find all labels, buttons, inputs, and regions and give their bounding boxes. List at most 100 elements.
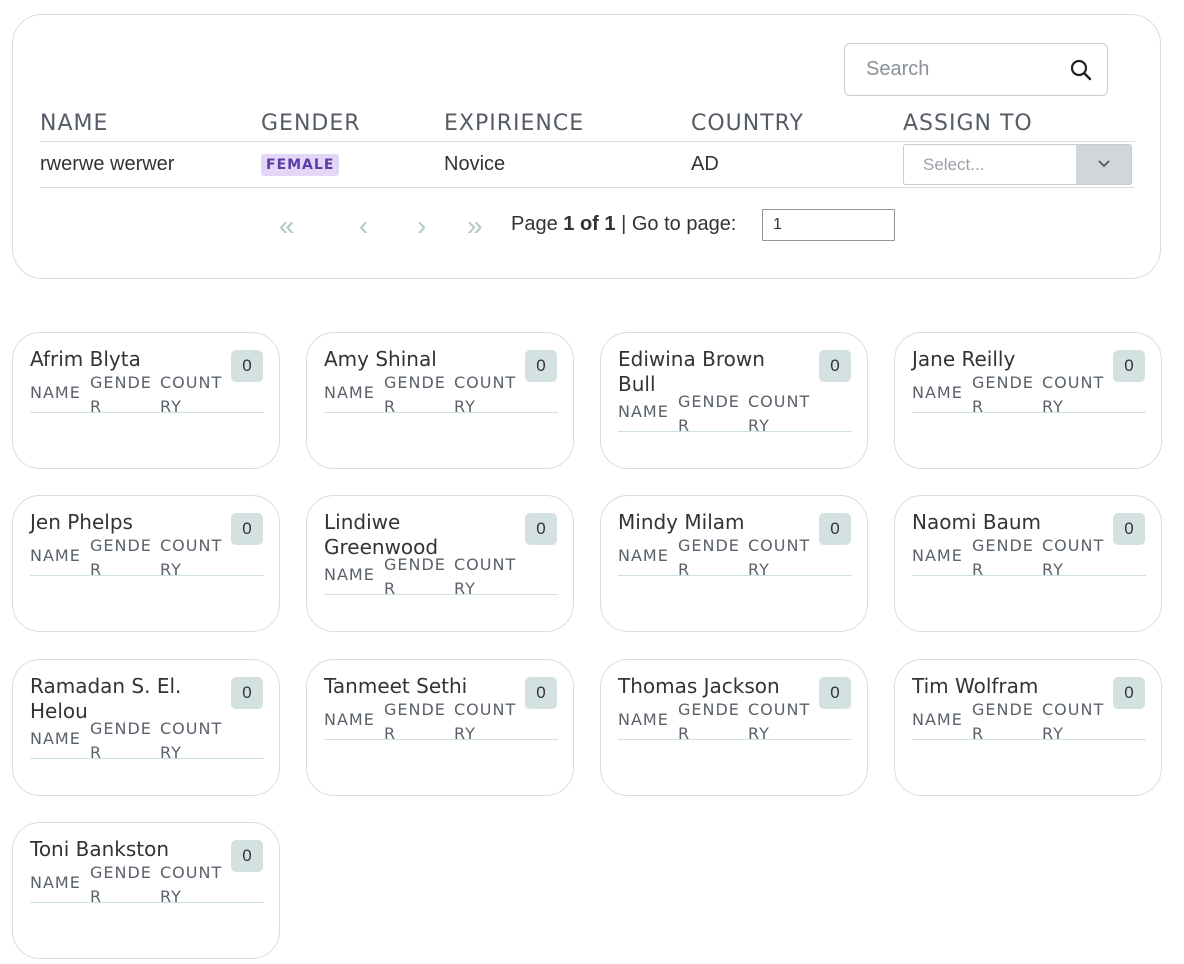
mentor-card-table-header: NAME GENDER COUNTRY bbox=[912, 536, 1146, 579]
prev-page-button[interactable]: ‹ bbox=[359, 209, 368, 243]
mentor-card-table-header: NAME GENDER COUNTRY bbox=[30, 536, 264, 579]
card-header-gender: GENDER bbox=[678, 392, 740, 435]
cell-name: rwerwe werwer bbox=[40, 141, 261, 188]
mentor-name: Jane Reilly bbox=[912, 347, 1016, 371]
mentor-card[interactable]: Amy Shinal 0 NAME GENDER COUNTRY bbox=[306, 332, 574, 469]
table-header-row: NAME GENDER EXPIRIENCE COUNTRY ASSIGN TO bbox=[40, 107, 1135, 142]
card-header-gender: GENDER bbox=[384, 700, 446, 743]
mentor-card-table-header: NAME GENDER COUNTRY bbox=[30, 373, 264, 416]
card-header-gender: GENDER bbox=[384, 373, 446, 416]
card-header-gender: GENDER bbox=[972, 373, 1034, 416]
card-header-gender: GENDER bbox=[90, 863, 152, 906]
mentees-table-panel: NAME GENDER EXPIRIENCE COUNTRY ASSIGN TO… bbox=[12, 14, 1161, 279]
mentor-name: Afrim Blyta bbox=[30, 347, 141, 371]
card-header-country: COUNTRY bbox=[1042, 536, 1105, 579]
card-header-gender: GENDER bbox=[678, 700, 740, 743]
card-header-country: COUNTRY bbox=[454, 555, 517, 598]
card-header-country: COUNTRY bbox=[748, 536, 811, 579]
mentor-card[interactable]: Naomi Baum 0 NAME GENDER COUNTRY bbox=[894, 495, 1162, 632]
cell-gender: FEMALE bbox=[261, 141, 444, 188]
table-row: rwerwe werwer FEMALE Novice AD Select... bbox=[40, 141, 1135, 188]
mentor-name: Jen Phelps bbox=[30, 510, 133, 534]
chevron-down-icon bbox=[1097, 160, 1110, 168]
card-header-country: COUNTRY bbox=[748, 700, 811, 743]
mentor-card-table-header: NAME GENDER COUNTRY bbox=[324, 373, 558, 416]
mentor-card-table-header: NAME GENDER COUNTRY bbox=[324, 555, 558, 598]
mentor-name: Thomas Jackson bbox=[618, 674, 780, 698]
card-header-country: COUNTRY bbox=[454, 373, 517, 416]
header-experience[interactable]: EXPIRIENCE bbox=[444, 107, 691, 142]
mentor-name: Toni Bankston bbox=[30, 837, 170, 861]
mentor-name: Tanmeet Sethi bbox=[324, 674, 468, 698]
card-header-name: NAME bbox=[324, 565, 375, 584]
mentor-card[interactable]: Jane Reilly 0 NAME GENDER COUNTRY bbox=[894, 332, 1162, 469]
card-header-gender: GENDER bbox=[678, 536, 740, 579]
search-box[interactable] bbox=[844, 43, 1108, 96]
mentor-card[interactable]: Afrim Blyta 0 NAME GENDER COUNTRY bbox=[12, 332, 280, 469]
next-page-button[interactable]: › bbox=[417, 209, 426, 243]
card-header-name: NAME bbox=[30, 383, 81, 402]
mentor-card[interactable]: Tanmeet Sethi 0 NAME GENDER COUNTRY bbox=[306, 659, 574, 796]
last-page-button[interactable]: » bbox=[467, 209, 483, 243]
mentees-table: NAME GENDER EXPIRIENCE COUNTRY ASSIGN TO… bbox=[40, 107, 1135, 188]
card-header-name: NAME bbox=[912, 546, 963, 565]
mentor-card-table-header: NAME GENDER COUNTRY bbox=[618, 392, 852, 435]
mentee-count-badge: 0 bbox=[525, 513, 557, 545]
card-header-name: NAME bbox=[30, 729, 81, 748]
mentee-count-badge: 0 bbox=[819, 350, 851, 382]
cell-country: AD bbox=[691, 141, 903, 188]
page-indicator: Page 1 of 1 | Go to page: bbox=[511, 213, 736, 236]
card-header-name: NAME bbox=[324, 383, 375, 402]
mentor-card[interactable]: Toni Bankston 0 NAME GENDER COUNTRY bbox=[12, 822, 280, 959]
card-header-name: NAME bbox=[618, 402, 669, 421]
card-header-gender: GENDER bbox=[90, 536, 152, 579]
mentor-card-table-header: NAME GENDER COUNTRY bbox=[618, 536, 852, 579]
pagination: « ‹ › » Page 1 of 1 | Go to page: bbox=[279, 209, 919, 243]
assign-to-placeholder: Select... bbox=[923, 154, 985, 174]
page-label: Page bbox=[511, 213, 558, 235]
card-header-name: NAME bbox=[912, 710, 963, 729]
mentor-card[interactable]: Jen Phelps 0 NAME GENDER COUNTRY bbox=[12, 495, 280, 632]
search-icon[interactable] bbox=[1069, 58, 1093, 82]
card-header-country: COUNTRY bbox=[160, 719, 223, 762]
mentor-name: Naomi Baum bbox=[912, 510, 1041, 534]
header-assign-to[interactable]: ASSIGN TO bbox=[903, 107, 1135, 142]
card-header-gender: GENDER bbox=[90, 373, 152, 416]
card-header-name: NAME bbox=[912, 383, 963, 402]
header-gender[interactable]: GENDER bbox=[261, 107, 444, 142]
card-header-country: COUNTRY bbox=[160, 536, 223, 579]
goto-page-input[interactable] bbox=[762, 209, 895, 241]
assign-to-select[interactable]: Select... bbox=[903, 143, 1132, 185]
first-page-button[interactable]: « bbox=[279, 209, 295, 243]
mentor-card-table-header: NAME GENDER COUNTRY bbox=[30, 863, 264, 906]
header-country[interactable]: COUNTRY bbox=[691, 107, 903, 142]
mentee-count-badge: 0 bbox=[231, 677, 263, 709]
card-header-name: NAME bbox=[30, 873, 81, 892]
mentor-card[interactable]: Thomas Jackson 0 NAME GENDER COUNTRY bbox=[600, 659, 868, 796]
header-name[interactable]: NAME bbox=[40, 107, 261, 142]
mentor-card[interactable]: Lindiwe Greenwood 0 NAME GENDER COUNTRY bbox=[306, 495, 574, 632]
card-header-gender: GENDER bbox=[384, 555, 446, 598]
mentor-name: Mindy Milam bbox=[618, 510, 745, 534]
page-value: 1 of 1 bbox=[563, 213, 616, 235]
mentor-card[interactable]: Ediwina Brown Bull 0 NAME GENDER COUNTRY bbox=[600, 332, 868, 469]
cell-experience: Novice bbox=[444, 141, 691, 188]
card-header-gender: GENDER bbox=[972, 536, 1034, 579]
mentor-card[interactable]: Tim Wolfram 0 NAME GENDER COUNTRY bbox=[894, 659, 1162, 796]
gender-badge: FEMALE bbox=[261, 154, 340, 176]
card-header-country: COUNTRY bbox=[160, 373, 223, 416]
card-header-gender: GENDER bbox=[90, 719, 152, 762]
dropdown-toggle[interactable] bbox=[1076, 144, 1131, 184]
card-header-name: NAME bbox=[30, 546, 81, 565]
card-header-gender: GENDER bbox=[972, 700, 1034, 743]
card-header-country: COUNTRY bbox=[160, 863, 223, 906]
card-header-country: COUNTRY bbox=[1042, 373, 1105, 416]
mentor-card-table-header: NAME GENDER COUNTRY bbox=[912, 373, 1146, 416]
card-header-country: COUNTRY bbox=[1042, 700, 1105, 743]
search-input[interactable] bbox=[846, 45, 1056, 94]
mentor-card-table-header: NAME GENDER COUNTRY bbox=[912, 700, 1146, 743]
mentor-card[interactable]: Mindy Milam 0 NAME GENDER COUNTRY bbox=[600, 495, 868, 632]
mentor-card[interactable]: Ramadan S. El. Helou 0 NAME GENDER COUNTRY bbox=[12, 659, 280, 796]
card-header-country: COUNTRY bbox=[748, 392, 811, 435]
card-header-name: NAME bbox=[324, 710, 375, 729]
